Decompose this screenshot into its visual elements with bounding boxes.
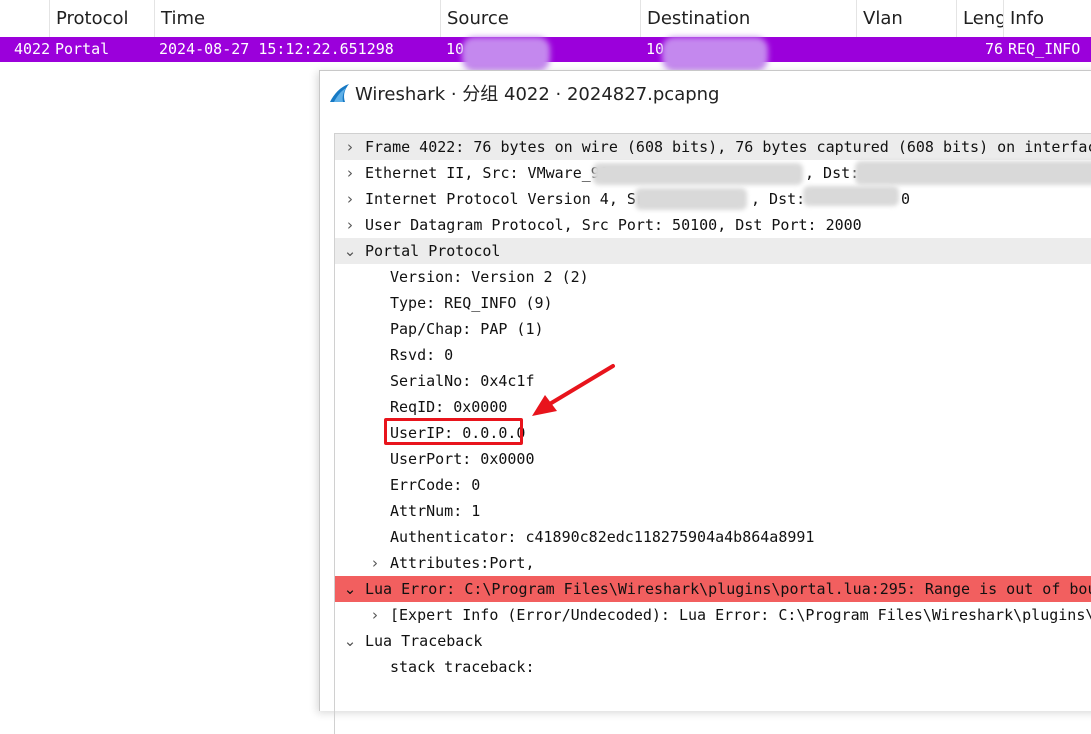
tree-item-portal[interactable]: ⌄ Portal Protocol — [335, 238, 1091, 264]
tree-item-text: Type: REQ_INFO (9) — [390, 294, 553, 312]
tree-item-type[interactable]: Type: REQ_INFO (9) — [335, 290, 1091, 316]
cell-length: 76 — [985, 40, 1004, 58]
collapse-arrow-icon[interactable]: ⌄ — [341, 628, 359, 654]
tree-item-text: Portal Protocol — [365, 242, 501, 260]
expand-arrow-icon[interactable]: › — [341, 186, 359, 212]
tree-item-serialno[interactable]: SerialNo: 0x4c1f — [335, 368, 1091, 394]
tree-item-text: AttrNum: 1 — [390, 502, 481, 520]
column-info[interactable]: Info — [1003, 0, 1091, 37]
tree-item-text: stack traceback: — [390, 658, 535, 676]
tree-item-text: Rsvd: 0 — [390, 346, 454, 364]
tree-item-ethernet[interactable]: › Ethernet II, Src: VMware_99 , Dst: ( — [335, 160, 1091, 186]
tree-item-errcode[interactable]: ErrCode: 0 — [335, 472, 1091, 498]
column-length[interactable]: Lengt — [956, 0, 1004, 37]
collapse-arrow-icon[interactable]: ⌄ — [341, 576, 359, 602]
cell-no: 4022 — [14, 40, 51, 58]
tree-item-text: Frame 4022: 76 bytes on wire (608 bits),… — [365, 138, 1091, 156]
cell-info: REQ_INFO — [1008, 40, 1081, 58]
cell-protocol: Portal — [55, 40, 110, 58]
tree-item-udp[interactable]: › User Datagram Protocol, Src Port: 5010… — [335, 212, 1091, 238]
tree-item-attrnum[interactable]: AttrNum: 1 — [335, 498, 1091, 524]
tree-item-text: Attributes:Port, — [390, 554, 535, 572]
column-time[interactable]: Time — [154, 0, 440, 37]
tree-item-text: Lua Traceback — [365, 632, 483, 650]
tree-item-papchap[interactable]: Pap/Chap: PAP (1) — [335, 316, 1091, 342]
tree-item-rsvd[interactable]: Rsvd: 0 — [335, 342, 1091, 368]
tree-item-text: Version: Version 2 (2) — [390, 268, 589, 286]
tree-item-version[interactable]: Version: Version 2 (2) — [335, 264, 1091, 290]
tree-item-text: SerialNo: 0x4c1f — [390, 372, 535, 390]
tree-item-text: Authenticator: c41890c82edc118275904a4b8… — [390, 528, 815, 546]
highlight-box-userip — [384, 418, 523, 445]
tree-item-text: Internet Protocol Version 4, Src: — [365, 190, 664, 208]
redaction-mask — [803, 186, 899, 206]
tree-item-text: ErrCode: 0 — [390, 476, 481, 494]
tree-item-text: Ethernet II, Src: VMware_99 — [365, 164, 609, 182]
tree-item-lua-error[interactable]: ⌄ Lua Error: C:\Program Files\Wireshark\… — [335, 576, 1091, 602]
tree-item-text: Pap/Chap: PAP (1) — [390, 320, 544, 338]
redaction-mask — [593, 163, 803, 185]
tree-item-frame[interactable]: › Frame 4022: 76 bytes on wire (608 bits… — [335, 134, 1091, 160]
cell-time: 2024-08-27 15:12:22.651298 — [159, 40, 394, 58]
tree-item-stack-traceback[interactable]: stack traceback: — [335, 654, 1091, 680]
tree-item-text: ReqID: 0x0000 — [390, 398, 508, 416]
expand-arrow-icon[interactable]: › — [341, 134, 359, 160]
column-destination[interactable]: Destination — [640, 0, 856, 37]
tree-item-attributes[interactable]: › Attributes:Port, — [335, 550, 1091, 576]
tree-item-expert-info[interactable]: › [Expert Info (Error/Undecoded): Lua Er… — [335, 602, 1091, 628]
tree-item-text-tail: 0 — [901, 190, 911, 208]
collapse-arrow-icon[interactable]: ⌄ — [341, 238, 359, 264]
tree-item-userport[interactable]: UserPort: 0x0000 — [335, 446, 1091, 472]
redaction-mask — [635, 188, 747, 210]
tree-item-text: Lua Error: C:\Program Files\Wireshark\pl… — [365, 580, 1091, 598]
expand-arrow-icon[interactable]: › — [341, 160, 359, 186]
tree-item-text: UserPort: 0x0000 — [390, 450, 535, 468]
wireshark-fin-icon — [330, 84, 349, 102]
dialog-title: Wireshark · 分组 4022 · 2024827.pcapng — [355, 84, 720, 105]
tree-item-lua-traceback[interactable]: ⌄ Lua Traceback — [335, 628, 1091, 654]
packet-row-selected[interactable]: 4022 Portal 2024-08-27 15:12:22.651298 1… — [0, 37, 1091, 71]
expand-arrow-icon[interactable]: › — [366, 550, 384, 576]
column-protocol[interactable]: Protocol — [49, 0, 154, 37]
tree-item-text: User Datagram Protocol, Src Port: 50100,… — [365, 216, 862, 234]
expand-arrow-icon[interactable]: › — [341, 212, 359, 238]
tree-item-ipv4[interactable]: › Internet Protocol Version 4, Src: , Ds… — [335, 186, 1091, 212]
column-source[interactable]: Source — [440, 0, 640, 37]
packet-list-header: Protocol Time Source Destination Vlan Le… — [0, 0, 1091, 37]
column-vlan[interactable]: Vlan — [856, 0, 956, 37]
tree-item-text-tail: , Dst: — [751, 190, 806, 208]
tree-item-reqid[interactable]: ReqID: 0x0000 — [335, 394, 1091, 420]
redaction-source — [462, 37, 550, 71]
packet-details-dialog: Wireshark · 分组 4022 · 2024827.pcapng › F… — [319, 70, 1091, 734]
tree-item-authenticator[interactable]: Authenticator: c41890c82edc118275904a4b8… — [335, 524, 1091, 550]
redaction-destination — [662, 37, 768, 71]
redaction-mask — [855, 161, 1091, 185]
tree-item-text: [Expert Info (Error/Undecoded): Lua Erro… — [390, 606, 1091, 624]
dialog-titlebar[interactable]: Wireshark · 分组 4022 · 2024827.pcapng — [320, 71, 1091, 119]
expand-arrow-icon[interactable]: › — [366, 602, 384, 628]
